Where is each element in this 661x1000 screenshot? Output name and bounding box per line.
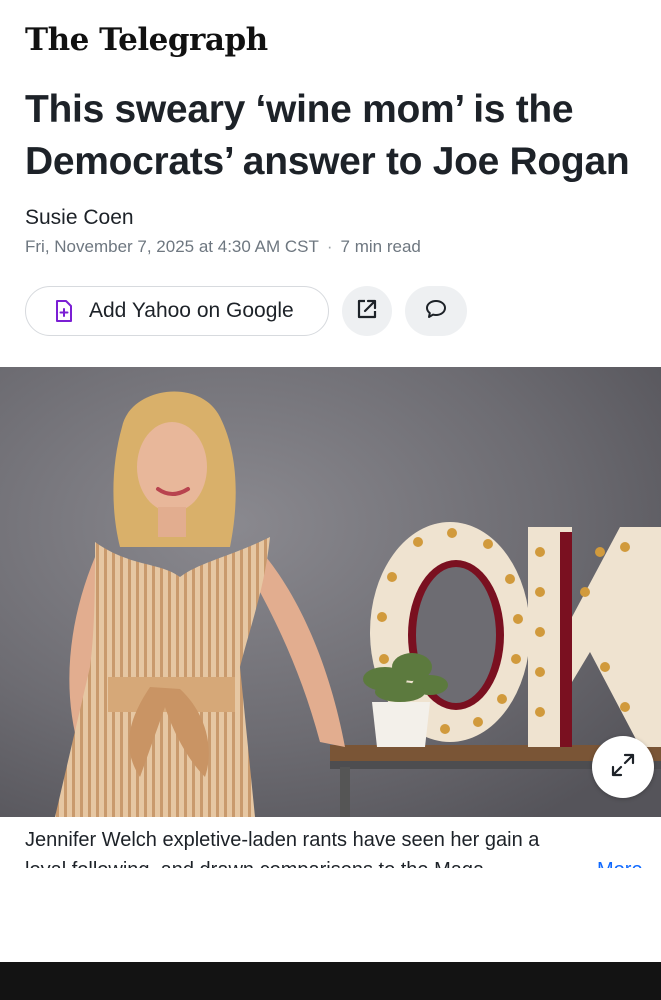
bottom-navigation-bar (0, 962, 661, 1000)
document-plus-icon (53, 300, 75, 322)
image-caption-line-1: Jennifer Welch expletive-laden rants hav… (25, 829, 540, 851)
article-headline: This sweary ‘wine mom’ is the Democrats’… (25, 88, 630, 183)
author-name[interactable]: Susie Coen (25, 206, 134, 230)
article-meta: Fri, November 7, 2025 at 4:30 AM CST · 7… (25, 237, 421, 257)
read-time: 7 min read (340, 237, 421, 256)
expand-image-button[interactable] (592, 736, 654, 798)
hero-photo (0, 367, 661, 817)
comment-bubble-icon (424, 297, 448, 326)
add-yahoo-on-google-label: Add Yahoo on Google (89, 299, 294, 322)
publish-date: Fri, November 7, 2025 at 4:30 AM CST (25, 237, 319, 256)
hero-image[interactable] (0, 367, 661, 817)
external-share-icon (355, 297, 379, 326)
publisher-logo[interactable]: The Telegraph (25, 22, 268, 58)
add-yahoo-on-google-button[interactable]: Add Yahoo on Google (25, 286, 329, 336)
meta-separator: · (326, 237, 333, 256)
expand-arrows-icon (610, 752, 636, 783)
image-caption-line-2: loyal following, and drawn comparisons t… (25, 856, 585, 868)
comments-button[interactable] (405, 286, 467, 336)
share-button[interactable] (342, 286, 392, 336)
caption-more-link[interactable]: More (597, 856, 643, 868)
